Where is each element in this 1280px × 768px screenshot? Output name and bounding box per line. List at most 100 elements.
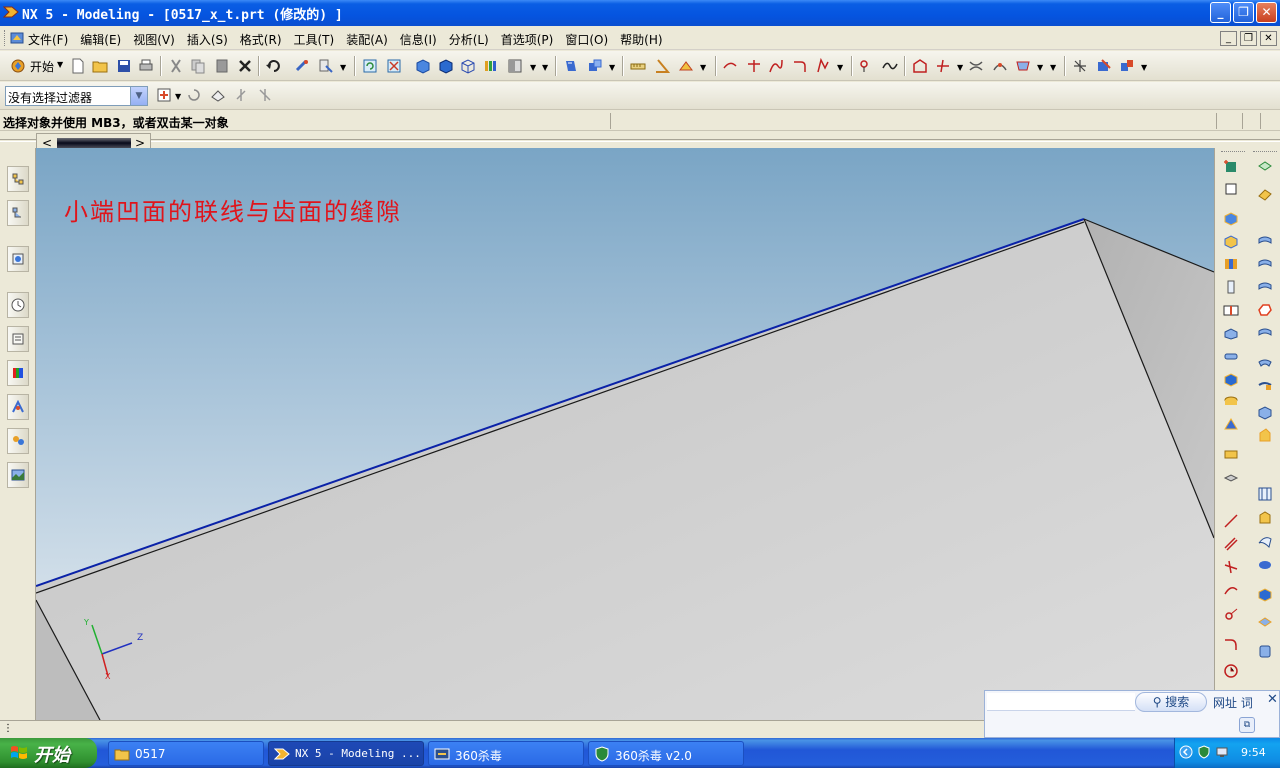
groove-icon[interactable] — [1223, 470, 1239, 486]
point-icon[interactable] — [858, 58, 874, 74]
process-studio-tab[interactable] — [7, 394, 29, 420]
refresh-icon[interactable] — [362, 58, 378, 74]
chamfer-icon[interactable] — [1257, 510, 1273, 526]
shaded-view-icon[interactable] — [415, 58, 431, 74]
extrude-icon[interactable] — [1223, 210, 1239, 226]
curve-network-icon[interactable] — [935, 58, 951, 74]
assembly-navigator-tab[interactable] — [7, 166, 29, 192]
parallel-lines-icon[interactable] — [1223, 536, 1239, 552]
menu-window[interactable]: 窗口(O) — [565, 31, 608, 48]
feature-edit-icon[interactable] — [1096, 58, 1112, 74]
new-file-icon[interactable] — [70, 58, 86, 74]
dropdown-arrow-icon[interactable]: ▼ — [175, 92, 181, 101]
menu-edit[interactable]: 编辑(E) — [80, 31, 121, 48]
shell-icon[interactable] — [1257, 533, 1273, 549]
start-dropdown-icon[interactable]: ▼ — [57, 60, 63, 69]
minimize-button[interactable]: _ — [1210, 2, 1231, 23]
type-filter-icon[interactable] — [156, 87, 172, 103]
surface-tool-icon[interactable] — [1257, 158, 1273, 174]
save-icon[interactable] — [116, 58, 132, 74]
taskbar-item-active[interactable]: NX 5 - Modeling ... — [268, 741, 424, 766]
close-button[interactable]: ✕ — [1256, 2, 1277, 23]
open-folder-icon[interactable] — [92, 58, 108, 74]
roles-tab[interactable] — [7, 428, 29, 454]
clock-curve-icon[interactable] — [1223, 663, 1239, 679]
assembly-icon[interactable] — [1119, 58, 1135, 74]
copy-icon[interactable] — [190, 58, 206, 74]
sew-icon[interactable] — [1257, 427, 1273, 443]
url-word-toggle[interactable]: 网址 词 — [1213, 694, 1253, 711]
move-layer-icon[interactable] — [587, 58, 603, 74]
taskbar-item[interactable]: 360杀毒 v2.0 — [588, 741, 744, 766]
toolbar-grip[interactable] — [1253, 151, 1277, 153]
search-button[interactable]: ⚲ 搜索 — [1135, 692, 1207, 712]
swept-icon[interactable] — [992, 58, 1008, 74]
offset-surface-icon[interactable] — [1257, 325, 1273, 341]
doc-restore-button[interactable]: ❐ — [1240, 31, 1257, 46]
bridge-curve-icon[interactable] — [768, 58, 784, 74]
sphere-icon[interactable] — [1223, 446, 1239, 462]
boss-icon[interactable] — [1223, 279, 1239, 295]
selection-filter-select[interactable]: 没有选择过滤器 ▼ — [5, 86, 148, 106]
undo-icon[interactable] — [265, 58, 281, 74]
shaded-edges-icon[interactable] — [438, 58, 454, 74]
search-input[interactable] — [987, 693, 1135, 711]
n-sided-surface-icon[interactable] — [1257, 279, 1273, 295]
system-materials-tab[interactable] — [7, 326, 29, 352]
taskbar-item[interactable]: 0517 — [108, 741, 264, 766]
tray-expand-icon[interactable] — [1179, 745, 1193, 759]
trim-body-icon[interactable] — [1257, 377, 1273, 393]
thicken-icon[interactable] — [1257, 404, 1273, 420]
chevron-down-icon[interactable]: ▼ — [130, 87, 147, 105]
part-navigator-tab[interactable] — [7, 200, 29, 226]
fillet-curve-icon[interactable] — [792, 58, 808, 74]
revolve-icon[interactable] — [1223, 233, 1239, 249]
datum-plane-icon[interactable] — [1223, 181, 1239, 197]
history-tab[interactable] — [7, 292, 29, 318]
slot-icon[interactable] — [1223, 348, 1239, 364]
dropdown-arrow-icon[interactable]: ▼ — [609, 63, 615, 72]
hole-icon[interactable] — [1223, 256, 1239, 272]
snap-settings-icon[interactable] — [257, 87, 273, 103]
pad-icon[interactable] — [1223, 325, 1239, 341]
menu-file[interactable]: 文件(F) — [28, 31, 68, 48]
dropdown-arrow-icon[interactable]: ▼ — [530, 63, 536, 72]
dropdown-arrow-icon[interactable]: ▼ — [542, 63, 548, 72]
menu-tools[interactable]: 工具(T) — [294, 31, 335, 48]
model-geometry[interactable] — [36, 148, 1214, 720]
cone-icon[interactable] — [1223, 417, 1239, 433]
reuse-library-tab[interactable] — [7, 246, 29, 272]
through-curves-icon[interactable] — [968, 58, 984, 74]
boolean-icon[interactable] — [1257, 643, 1273, 659]
toolbar-grip[interactable] — [1221, 151, 1245, 153]
draft-icon[interactable] — [1257, 557, 1273, 573]
snap-point-icon[interactable] — [233, 87, 249, 103]
view-orient-icon[interactable] — [507, 58, 523, 74]
measure-distance-icon[interactable] — [630, 58, 646, 74]
cut-icon[interactable] — [168, 58, 184, 74]
search-close-button[interactable]: ✕ — [1267, 692, 1278, 707]
swept-surface-icon[interactable] — [1257, 256, 1273, 272]
graphics-window[interactable]: Z Y X 小端凹面的联线与齿面的缝隙 — [36, 148, 1214, 720]
analysis-icon[interactable] — [678, 58, 694, 74]
mirror-icon[interactable] — [1257, 614, 1273, 630]
palette-tab[interactable] — [7, 360, 29, 386]
pocket-icon[interactable] — [1223, 302, 1239, 318]
cylinder-icon[interactable] — [1223, 394, 1239, 410]
sketch-icon[interactable] — [912, 58, 928, 74]
bounded-plane-icon[interactable] — [1257, 302, 1273, 318]
taskbar-item[interactable]: 360杀毒 — [428, 741, 584, 766]
extension-icon[interactable] — [1257, 354, 1273, 370]
wireframe-icon[interactable] — [460, 58, 476, 74]
spline-icon[interactable] — [882, 58, 898, 74]
ruled-surface-icon[interactable] — [1257, 186, 1273, 202]
dropdown-arrow-icon[interactable]: ▼ — [957, 63, 963, 72]
fit-view-icon[interactable] — [386, 58, 402, 74]
edge-blend-icon[interactable] — [1257, 486, 1273, 502]
menu-assemblies[interactable]: 装配(A) — [346, 31, 388, 48]
dropdown-arrow-icon[interactable]: ▼ — [1037, 63, 1043, 72]
menu-insert[interactable]: 插入(S) — [187, 31, 228, 48]
line-icon[interactable] — [1223, 513, 1239, 529]
offset-curve-icon[interactable] — [815, 58, 831, 74]
history-mode-tab[interactable] — [7, 462, 29, 488]
